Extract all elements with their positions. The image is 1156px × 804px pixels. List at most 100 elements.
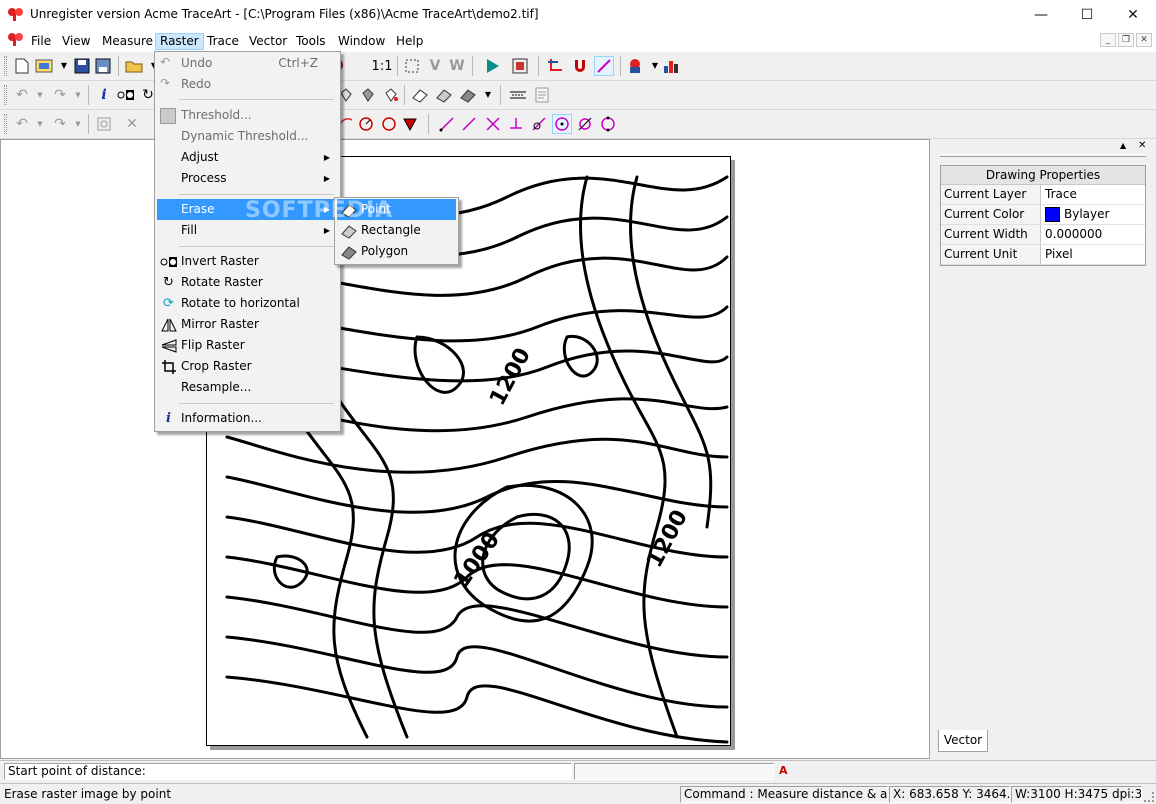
menu-item-undo[interactable]: Undo Ctrl+Z: [157, 53, 338, 74]
snap-corner-icon[interactable]: [545, 56, 565, 76]
menu-vector[interactable]: Vector: [245, 33, 291, 50]
batch-convert-icon[interactable]: [510, 56, 530, 76]
mdi-restore-button[interactable]: ❐: [1118, 33, 1134, 47]
mdi-minimize-button[interactable]: _: [1100, 33, 1116, 47]
eraser-point-icon[interactable]: [410, 85, 430, 105]
delete-icon[interactable]: ✕: [122, 114, 142, 134]
title-bar[interactable]: Unregister version Acme TraceArt - [C:\P…: [0, 0, 1156, 30]
properties-icon[interactable]: [532, 85, 552, 105]
property-row-color[interactable]: Current Color Bylayer: [941, 205, 1145, 225]
menu-help[interactable]: Help: [392, 33, 427, 50]
menu-item-erase-polygon[interactable]: Polygon: [337, 241, 456, 262]
vector-redo-icon[interactable]: ↷: [50, 114, 70, 134]
toolbar-grip[interactable]: [4, 85, 7, 105]
panel-close-icon[interactable]: ✕: [1138, 140, 1146, 151]
color-layer-icon[interactable]: [625, 56, 645, 76]
menu-item-rotate-raster[interactable]: ↻ Rotate Raster: [157, 272, 338, 293]
dimension-line-icon[interactable]: [508, 85, 528, 105]
polyline-icon[interactable]: [459, 114, 479, 134]
menu-item-mirror-raster[interactable]: Mirror Raster: [157, 314, 338, 335]
circle-tool-icon[interactable]: [552, 114, 572, 134]
menu-item-erase-rectangle[interactable]: Rectangle: [337, 220, 456, 241]
vector-zoom-icon[interactable]: [94, 114, 114, 134]
property-row-layer[interactable]: Current Layer Trace: [941, 185, 1145, 205]
ellipse-tool-icon[interactable]: [598, 114, 618, 134]
vector-undo-icon[interactable]: ↶: [12, 114, 32, 134]
undo-dropdown-icon[interactable]: ▼: [30, 85, 50, 105]
perpendicular-icon[interactable]: [506, 114, 526, 134]
fill-color-icon[interactable]: [381, 85, 401, 105]
open-folder-icon[interactable]: [124, 56, 144, 76]
menu-trace[interactable]: Trace: [203, 33, 243, 50]
menu-file[interactable]: File: [27, 33, 55, 50]
menu-window[interactable]: Window: [334, 33, 389, 50]
new-file-icon[interactable]: [12, 56, 32, 76]
fill-hole-icon[interactable]: [358, 85, 378, 105]
menu-item-information[interactable]: i Information...: [157, 408, 338, 429]
menu-view[interactable]: View: [58, 33, 94, 50]
redo-dropdown-icon[interactable]: ▼: [68, 85, 88, 105]
circle-3point-icon[interactable]: [379, 114, 399, 134]
maximize-button[interactable]: ☐: [1064, 0, 1110, 30]
command-prompt[interactable]: Start point of distance:: [4, 763, 572, 780]
color-swatch: [1045, 207, 1060, 222]
eraser-dropdown-icon[interactable]: ▼: [478, 85, 498, 105]
menu-item-resample[interactable]: Resample...: [157, 377, 338, 398]
raster-canvas[interactable]: 1200 1000 1200: [0, 139, 930, 759]
panel-collapse-icon[interactable]: ▲: [1120, 141, 1126, 150]
font-style-icon[interactable]: A: [779, 764, 788, 777]
cross-line-icon[interactable]: [483, 114, 503, 134]
layers-chart-icon[interactable]: [662, 56, 682, 76]
circle-center-icon[interactable]: [356, 114, 376, 134]
zoom-actual-size-button[interactable]: 1:1: [372, 56, 393, 76]
menu-item-dynamic-threshold[interactable]: Dynamic Threshold...: [157, 126, 338, 147]
property-row-unit[interactable]: Current Unit Pixel: [941, 245, 1145, 265]
trace-v-button[interactable]: V: [425, 56, 445, 76]
menu-item-fill[interactable]: Fill ▶: [157, 220, 338, 241]
save-icon[interactable]: [72, 56, 92, 76]
resize-grip[interactable]: [1144, 792, 1154, 802]
arc-tool-icon[interactable]: [575, 114, 595, 134]
save-as-icon[interactable]: [93, 56, 113, 76]
eraser-polygon-icon[interactable]: [458, 85, 478, 105]
ortho-line-icon[interactable]: [594, 56, 614, 76]
undo-icon[interactable]: ↶: [12, 85, 32, 105]
eraser-rectangle-icon[interactable]: [434, 85, 454, 105]
tangent-icon[interactable]: [529, 114, 549, 134]
heart-shape-icon[interactable]: [400, 114, 420, 134]
toolbar-grip[interactable]: [4, 56, 7, 76]
dropdown-arrow-icon[interactable]: ▼: [54, 56, 74, 76]
menu-item-process[interactable]: Process ▶: [157, 168, 338, 189]
menu-item-invert-raster[interactable]: Invert Raster: [157, 251, 338, 272]
info-icon[interactable]: i: [94, 85, 114, 105]
invert-icon[interactable]: [116, 85, 136, 105]
menu-item-rotate-to-horizontal[interactable]: ⟳ Rotate to horizontal: [157, 293, 338, 314]
vector-undo-dropdown-icon[interactable]: ▼: [30, 114, 50, 134]
select-region-icon[interactable]: [402, 56, 422, 76]
menu-tools[interactable]: Tools: [292, 33, 330, 50]
menu-item-crop-raster[interactable]: Crop Raster: [157, 356, 338, 377]
toolbar-grip[interactable]: [4, 114, 7, 134]
property-grid[interactable]: Drawing Properties Current Layer Trace C…: [940, 165, 1146, 266]
close-button[interactable]: ✕: [1110, 0, 1156, 30]
minimize-button[interactable]: —: [1018, 0, 1064, 30]
redo-icon[interactable]: ↷: [50, 85, 70, 105]
trace-w-button[interactable]: W: [447, 56, 467, 76]
command-input[interactable]: [574, 763, 774, 780]
line-icon[interactable]: [437, 114, 457, 134]
magnet-snap-icon[interactable]: [570, 56, 590, 76]
menu-item-threshold[interactable]: Threshold...: [157, 105, 338, 126]
menu-measure[interactable]: Measure: [98, 33, 157, 50]
menu-item-adjust[interactable]: Adjust ▶: [157, 147, 338, 168]
run-trace-icon[interactable]: [482, 56, 502, 76]
menu-item-flip-raster[interactable]: Flip Raster: [157, 335, 338, 356]
menu-raster[interactable]: Raster: [155, 33, 204, 50]
vector-redo-dropdown-icon[interactable]: ▼: [68, 114, 88, 134]
tab-vector[interactable]: Vector: [938, 730, 988, 752]
menu-item-redo[interactable]: Redo: [157, 74, 338, 95]
property-row-width[interactable]: Current Width 0.000000: [941, 225, 1145, 245]
open-image-icon[interactable]: [34, 56, 54, 76]
menu-item-erase[interactable]: Erase ▶: [157, 199, 338, 220]
menu-item-erase-point[interactable]: Point: [337, 199, 456, 220]
mdi-close-button[interactable]: ✕: [1136, 33, 1152, 47]
